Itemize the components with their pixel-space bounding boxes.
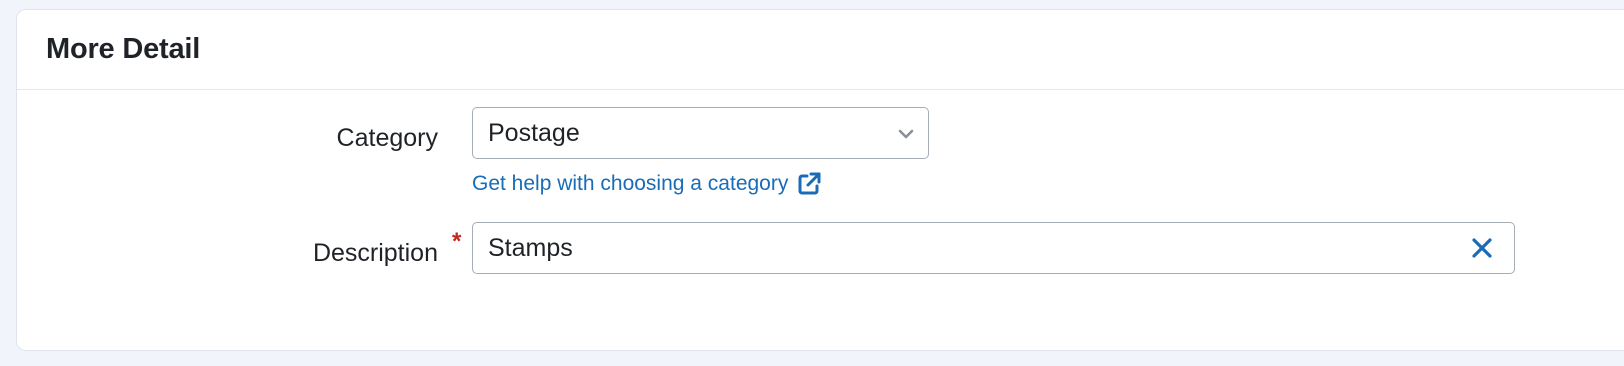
description-input[interactable]: Stamps xyxy=(472,222,1515,274)
close-icon[interactable] xyxy=(1470,236,1494,260)
description-label: Description xyxy=(312,239,438,267)
category-selected-value: Postage xyxy=(488,118,580,147)
category-label: Category xyxy=(336,124,438,152)
section-title: More Detail xyxy=(46,33,201,65)
required-indicator: * xyxy=(452,228,462,255)
category-select[interactable]: Postage xyxy=(472,107,929,159)
external-link-icon xyxy=(798,172,821,195)
chevron-down-icon xyxy=(898,129,914,139)
description-value: Stamps xyxy=(488,233,573,262)
category-help-link-text: Get help with choosing a category xyxy=(472,172,789,195)
card-header: More Detail xyxy=(17,10,1624,90)
category-help-link[interactable]: Get help with choosing a category xyxy=(472,171,822,197)
